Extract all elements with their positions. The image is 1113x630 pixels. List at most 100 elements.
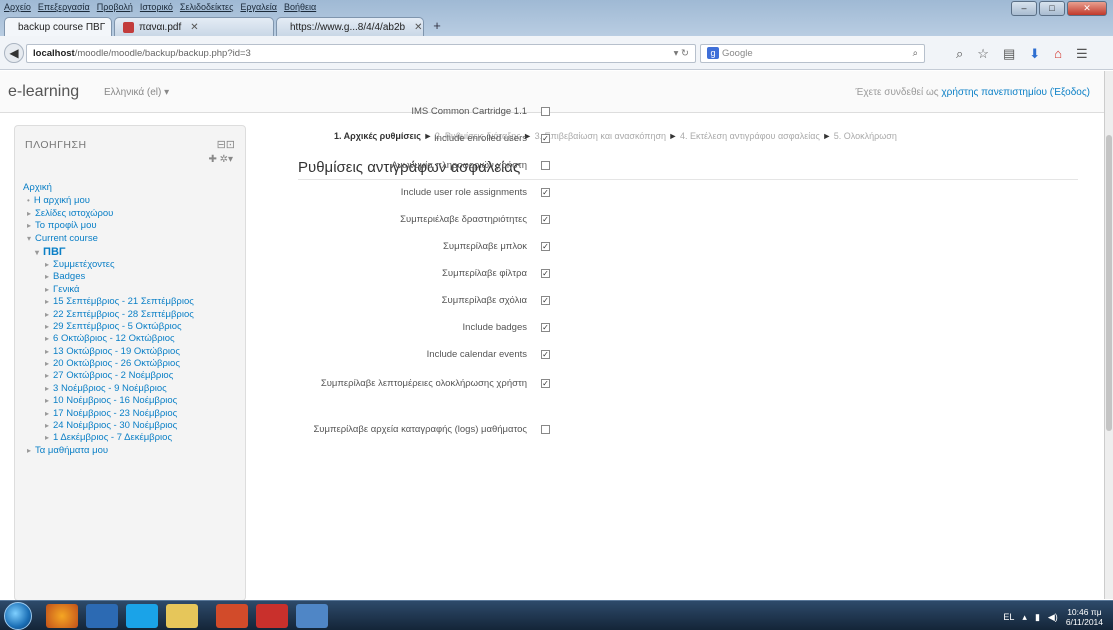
collapsed-arrow-icon: ▸ xyxy=(45,396,50,406)
collapsed-arrow-icon: ▸ xyxy=(45,346,50,356)
media-taskbar-icon[interactable] xyxy=(86,604,118,628)
reload-icon[interactable]: ▾ ↻ xyxy=(674,45,689,62)
setting-checkbox[interactable]: ✓ xyxy=(541,215,550,224)
setting-row: Συμπερίλαβε μπλοκ ✓ xyxy=(290,241,550,253)
acrobat-taskbar-icon[interactable] xyxy=(256,604,288,628)
network-icon[interactable]: ▮ xyxy=(1035,612,1040,623)
setting-checkbox[interactable]: ✓ xyxy=(541,242,550,251)
nav-item[interactable]: ▸ 13 Οκτώβριος - 19 Οκτώβριος xyxy=(23,346,241,358)
setting-checkbox[interactable]: ✓ xyxy=(541,379,550,388)
tab-backup-course[interactable]: backup course ΠΒΓ ✕ xyxy=(4,17,123,36)
home-icon[interactable]: ⌂ xyxy=(1054,46,1062,62)
nav-item[interactable]: ▸ 24 Νοέμβριος - 30 Νοέμβριος xyxy=(23,420,241,432)
setting-label: Include user role assignments xyxy=(400,187,527,198)
nav-item[interactable]: ▸ 20 Οκτώβριος - 26 Οκτώβριος xyxy=(23,358,241,370)
language-selector[interactable]: Ελληνικά (el) ▾ xyxy=(104,87,169,98)
setting-checkbox[interactable] xyxy=(541,107,550,116)
tab-web[interactable]: https://www.g...8/4/4/ab2b ✕ xyxy=(276,17,424,36)
expanded-arrow-icon: ▾ xyxy=(27,233,32,243)
close-tab-icon[interactable]: ✕ xyxy=(414,22,422,33)
site-brand[interactable]: e-learning xyxy=(8,83,79,101)
menu-edit[interactable]: Επεξεργασία xyxy=(38,2,90,16)
user-link[interactable]: χρήστης πανεπιστημίου xyxy=(941,87,1047,98)
menu-help[interactable]: Βοήθεια xyxy=(284,2,316,16)
setting-checkbox[interactable] xyxy=(541,161,550,170)
setting-checkbox[interactable]: ✓ xyxy=(541,269,550,278)
start-button[interactable] xyxy=(4,602,32,630)
nav-item[interactable]: ▸ 3 Νοέμβριος - 9 Νοέμβριος xyxy=(23,383,241,395)
setting-row: Include user role assignments ✓ xyxy=(290,187,550,199)
setting-checkbox[interactable]: ✓ xyxy=(541,350,550,359)
nav-item[interactable]: ▸ Σελίδες ιστοχώρου xyxy=(23,208,241,220)
tab-pdf[interactable]: παναι.pdf ✕ xyxy=(114,17,274,36)
nav-item[interactable]: ▸ 22 Σεπτέμβριος - 28 Σεπτέμβριος xyxy=(23,309,241,321)
menu-icon[interactable]: ☰ xyxy=(1076,46,1088,62)
back-button[interactable]: ◀ xyxy=(4,43,24,63)
skype-taskbar-icon[interactable] xyxy=(126,604,158,628)
setting-checkbox[interactable] xyxy=(541,425,550,434)
login-info: Έχετε συνδεθεί ως χρήστης πανεπιστημίου … xyxy=(856,87,1090,98)
nav-item[interactable]: ▾ ΠΒΓ xyxy=(23,245,241,259)
office-taskbar-icon[interactable] xyxy=(216,604,248,628)
setting-label: IMS Common Cartridge 1.1 xyxy=(411,106,527,117)
nav-item-label: Current course xyxy=(35,232,98,244)
page-scrollbar[interactable] xyxy=(1104,71,1113,599)
minimize-button[interactable]: – xyxy=(1011,1,1037,16)
nav-item[interactable]: ▸ Badges xyxy=(23,271,241,283)
nav-item[interactable]: Αρχική xyxy=(23,182,241,194)
nav-item[interactable]: ▸ Τα μαθήματα μου xyxy=(23,445,241,457)
nav-item[interactable]: ▸ 27 Οκτώβριος - 2 Νοέμβριος xyxy=(23,370,241,382)
bookmark-star-icon[interactable]: ☆ xyxy=(977,46,989,62)
menu-view[interactable]: Προβολή xyxy=(97,2,133,16)
download-icon[interactable]: ⬇ xyxy=(1029,46,1040,62)
block-actions-icon[interactable]: ✚ ✲▾ xyxy=(208,154,233,165)
nav-item[interactable]: ▸ 6 Οκτώβριος - 12 Οκτώβριος xyxy=(23,333,241,345)
setting-checkbox[interactable]: ✓ xyxy=(541,188,550,197)
nav-item-label: 24 Νοέμβριος - 30 Νοέμβριος xyxy=(53,420,178,432)
nav-item[interactable]: ▸ Γενικά xyxy=(23,284,241,296)
volume-icon[interactable]: ◀) xyxy=(1048,612,1058,623)
nav-item[interactable]: ▸ 29 Σεπτέμβριος - 5 Οκτώβριος xyxy=(23,321,241,333)
nav-item-label: Σελίδες ιστοχώρου xyxy=(35,207,114,219)
nav-item[interactable]: ▸ 1 Δεκέμβριος - 7 Δεκέμβριος xyxy=(23,432,241,444)
dock-block-icon[interactable]: ⊟⊡ xyxy=(217,138,235,151)
nav-item[interactable]: ▸ Το προφίλ μου xyxy=(23,220,241,232)
clock[interactable]: 10:46 πμ 6/11/2014 xyxy=(1066,607,1103,627)
menu-tools[interactable]: Εργαλεία xyxy=(240,2,277,16)
scrollbar-thumb[interactable] xyxy=(1106,135,1112,431)
menu-history[interactable]: Ιστορικό xyxy=(140,2,173,16)
setting-label: Συμπερίλαβε φίλτρα xyxy=(442,268,527,279)
logout-link[interactable]: (Έξοδος) xyxy=(1050,87,1090,98)
nav-item[interactable]: ▾ Current course xyxy=(23,233,241,245)
nav-item[interactable]: • Η αρχική μου xyxy=(23,195,241,207)
menu-bookmarks[interactable]: Σελιδοδείκτες xyxy=(180,2,234,16)
setting-row: Ανωνυμία πληροφοριών χρήστη xyxy=(290,160,550,172)
address-bar[interactable]: localhost/moodle/moodle/backup/backup.ph… xyxy=(26,44,696,63)
nav-item[interactable]: ▸ 10 Νοέμβριος - 16 Νοέμβριος xyxy=(23,395,241,407)
close-tab-icon[interactable]: ✕ xyxy=(190,22,198,33)
setting-checkbox[interactable]: ✓ xyxy=(541,134,550,143)
nav-item[interactable]: ▸ 15 Σεπτέμβριος - 21 Σεπτέμβριος xyxy=(23,296,241,308)
nav-item-label: 1 Δεκέμβριος - 7 Δεκέμβριος xyxy=(53,432,173,444)
setting-row: Include badges ✓ xyxy=(290,322,550,334)
maximize-button[interactable]: □ xyxy=(1039,1,1065,16)
navigation-block: ΠΛΟΗΓΗΣΗ ⊟⊡ ✚ ✲▾ Αρχική • Η αρχική μου ▸ Σελ… xyxy=(14,125,246,601)
paint-taskbar-icon[interactable] xyxy=(296,604,328,628)
search-bar[interactable]: g Google ⌕ xyxy=(700,44,925,63)
nav-item[interactable]: ▸ Συμμετέχοντες xyxy=(23,259,241,271)
new-tab-button[interactable]: + xyxy=(426,17,448,36)
url-path: /moodle/moodle/backup/backup.php?id=3 xyxy=(74,48,251,59)
menu-file[interactable]: Αρχείο xyxy=(4,2,31,16)
search-magnifier-icon[interactable]: ⌕ xyxy=(956,46,963,62)
close-window-button[interactable]: ✕ xyxy=(1067,1,1107,16)
explorer-taskbar-icon[interactable] xyxy=(166,604,198,628)
tray-arrow-icon[interactable]: ▴ xyxy=(1022,612,1027,623)
collapsed-arrow-icon: ▸ xyxy=(45,421,50,431)
setting-checkbox[interactable]: ✓ xyxy=(541,323,550,332)
language-indicator[interactable]: EL xyxy=(1003,612,1014,622)
firefox-taskbar-icon[interactable] xyxy=(46,604,78,628)
nav-item[interactable]: ▸ 17 Νοέμβριος - 23 Νοέμβριος xyxy=(23,408,241,420)
setting-checkbox[interactable]: ✓ xyxy=(541,296,550,305)
bookmarks-list-icon[interactable]: ▤ xyxy=(1003,46,1015,62)
search-icon[interactable]: ⌕ xyxy=(913,45,918,62)
